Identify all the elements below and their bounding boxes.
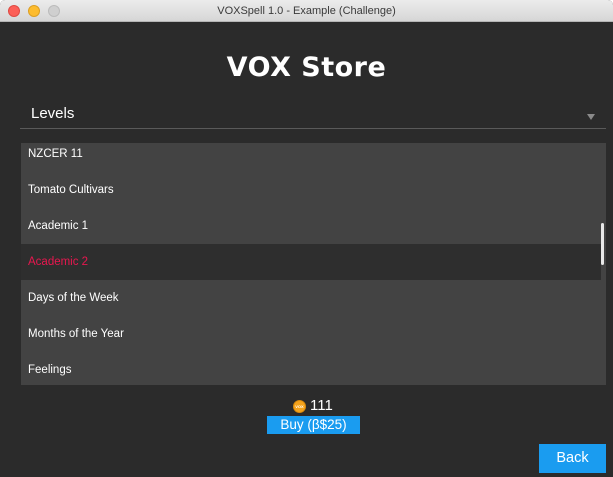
list-item[interactable]: Days of the Week (21, 280, 601, 316)
dropdown-arrow-icon (587, 114, 595, 120)
list-item[interactable]: Tomato Cultivars (21, 172, 601, 208)
list-item-selected[interactable]: Academic 2 (21, 244, 601, 280)
list-scrollbar[interactable] (601, 223, 604, 265)
list-item[interactable]: Feelings (21, 352, 601, 385)
level-list[interactable]: NZCER 11 Tomato Cultivars Academic 1 Aca… (21, 143, 606, 385)
list-item[interactable]: NZCER 11 (21, 143, 601, 172)
app-window: VOXSpell 1.0 - Example (Challenge) VOX S… (0, 0, 613, 477)
dropdown-selected-label: Levels (31, 105, 75, 122)
window-title: VOXSpell 1.0 - Example (Challenge) (217, 5, 396, 17)
category-dropdown[interactable]: Levels (20, 102, 606, 129)
coin-icon: VOX (293, 400, 306, 413)
back-button[interactable]: Back (539, 444, 606, 473)
buy-button[interactable]: Buy (β$25) (267, 416, 360, 434)
list-item[interactable]: Months of the Year (21, 316, 601, 352)
title-bar: VOXSpell 1.0 - Example (Challenge) (0, 0, 613, 22)
list-item[interactable]: Academic 1 (21, 208, 601, 244)
page-title: VOX Store (226, 52, 387, 83)
coin-count: 111 (310, 397, 333, 414)
